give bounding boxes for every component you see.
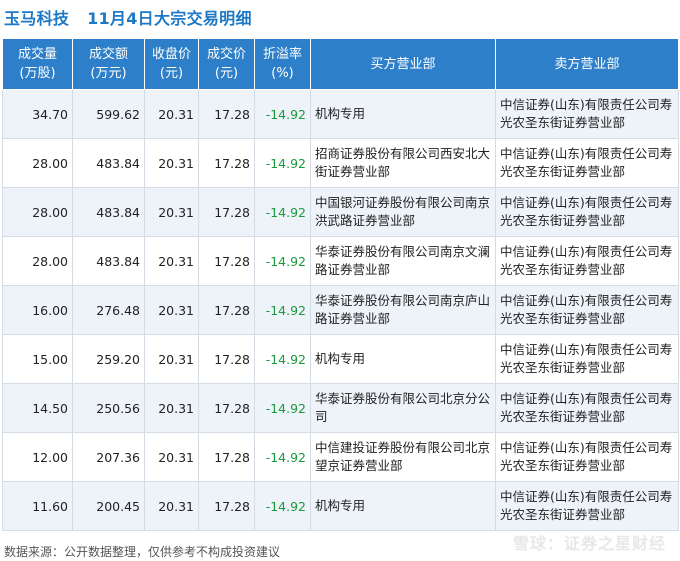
column-header-label: 成交量 bbox=[17, 47, 57, 62]
table-row: 14.50 250.56 20.31 17.28 -14.92 华泰证券股份有限公司北京分… bbox=[2, 383, 679, 433]
seller-branch-cell: 中信证券(山东)有限责任公司寿光农圣东街证券营业部 bbox=[495, 138, 679, 188]
column-header-label: 成交价 bbox=[206, 47, 246, 62]
premium-rate-cell: -14.92 bbox=[254, 138, 311, 188]
amount-cell: 483.84 bbox=[72, 187, 145, 237]
table-row: 16.00 276.48 20.31 17.28 -14.92 华泰证券股份有限公司南京庐… bbox=[2, 285, 679, 335]
seller-branch-cell: 中信证券(山东)有限责任公司寿光农圣东街证券营业部 bbox=[495, 285, 679, 335]
column-header: 成交额 (万元) bbox=[72, 38, 145, 90]
amount-cell: 483.84 bbox=[72, 236, 145, 286]
seller-branch-cell: 中信证券(山东)有限责任公司寿光农圣东街证券营业部 bbox=[495, 383, 679, 433]
seller-branch-cell: 中信证券(山东)有限责任公司寿光农圣东街证券营业部 bbox=[495, 236, 679, 286]
trade-price-cell: 17.28 bbox=[198, 236, 255, 286]
column-header-label: 卖方营业部 bbox=[554, 56, 620, 72]
close-price-cell: 20.31 bbox=[144, 481, 199, 531]
trade-price-cell: 17.28 bbox=[198, 187, 255, 237]
close-price-cell: 20.31 bbox=[144, 236, 199, 286]
trade-price-cell: 17.28 bbox=[198, 432, 255, 482]
close-price-cell: 20.31 bbox=[144, 432, 199, 482]
close-price-cell: 20.31 bbox=[144, 138, 199, 188]
amount-cell: 276.48 bbox=[72, 285, 145, 335]
column-header: 卖方营业部 bbox=[495, 38, 679, 90]
close-price-cell: 20.31 bbox=[144, 187, 199, 237]
close-price-cell: 20.31 bbox=[144, 383, 199, 433]
close-price-cell: 20.31 bbox=[144, 334, 199, 384]
volume-cell: 34.70 bbox=[2, 89, 73, 139]
premium-rate-cell: -14.92 bbox=[254, 187, 311, 237]
table-row: 28.00 483.84 20.31 17.28 -14.92 华泰证券股份有限公司南京文… bbox=[2, 236, 679, 286]
company-name: 玉马科技 bbox=[4, 9, 70, 28]
volume-cell: 28.00 bbox=[2, 187, 73, 237]
volume-cell: 11.60 bbox=[2, 481, 73, 531]
table-row: 34.70 599.62 20.31 17.28 -14.92 机构专用 中信证券(山东)有… bbox=[2, 89, 679, 139]
buyer-branch-cell: 中信建投证券股份有限公司北京望京证券营业部 bbox=[310, 432, 496, 482]
premium-rate-cell: -14.92 bbox=[254, 236, 311, 286]
trade-price-cell: 17.28 bbox=[198, 89, 255, 139]
column-header: 折溢率 (%) bbox=[254, 38, 311, 90]
table-body: 34.70 599.62 20.31 17.28 -14.92 机构专用 中信证券(山东)有… bbox=[2, 89, 679, 531]
trade-price-cell: 17.28 bbox=[198, 138, 255, 188]
buyer-branch-cell: 招商证券股份有限公司西安北大街证券营业部 bbox=[310, 138, 496, 188]
seller-branch-cell: 中信证券(山东)有限责任公司寿光农圣东街证券营业部 bbox=[495, 187, 679, 237]
block-trade-table: 成交量 (万股) 成交额 (万元) 收盘价 (元) 成交价 (元) 折溢率 (%) 买方营业部 卖方营… bbox=[2, 38, 679, 531]
column-header: 成交价 (元) bbox=[198, 38, 255, 90]
table-row: 12.00 207.36 20.31 17.28 -14.92 中信建投证券股份有限公司北… bbox=[2, 432, 679, 482]
buyer-branch-cell: 机构专用 bbox=[310, 89, 496, 139]
table-row: 15.00 259.20 20.31 17.28 -14.92 机构专用 中信证券(山东)有… bbox=[2, 334, 679, 384]
column-header-label: 折溢率 bbox=[262, 47, 302, 62]
buyer-branch-cell: 华泰证券股份有限公司南京文澜路证券营业部 bbox=[310, 236, 496, 286]
column-header-label: 买方营业部 bbox=[370, 56, 436, 72]
column-header-unit: (万元) bbox=[90, 66, 127, 81]
premium-rate-cell: -14.92 bbox=[254, 334, 311, 384]
amount-cell: 200.45 bbox=[72, 481, 145, 531]
amount-cell: 207.36 bbox=[72, 432, 145, 482]
column-header-label: 成交额 bbox=[88, 47, 128, 62]
table-row: 28.00 483.84 20.31 17.28 -14.92 招商证券股份有限公司西安北… bbox=[2, 138, 679, 188]
volume-cell: 14.50 bbox=[2, 383, 73, 433]
title-subtitle: 11月4日大宗交易明细 bbox=[87, 9, 252, 28]
volume-cell: 15.00 bbox=[2, 334, 73, 384]
table-row: 28.00 483.84 20.31 17.28 -14.92 中国银河证券股份有限公司南… bbox=[2, 187, 679, 237]
premium-rate-cell: -14.92 bbox=[254, 89, 311, 139]
premium-rate-cell: -14.92 bbox=[254, 432, 311, 482]
column-header: 成交量 (万股) bbox=[2, 38, 73, 90]
brand-logo: 雪球：证券之星财经 bbox=[512, 534, 666, 553]
amount-cell: 483.84 bbox=[72, 138, 145, 188]
premium-rate-cell: -14.92 bbox=[254, 383, 311, 433]
trade-price-cell: 17.28 bbox=[198, 334, 255, 384]
seller-branch-cell: 中信证券(山东)有限责任公司寿光农圣东街证券营业部 bbox=[495, 432, 679, 482]
column-header: 收盘价 (元) bbox=[144, 38, 199, 90]
close-price-cell: 20.31 bbox=[144, 89, 199, 139]
buyer-branch-cell: 机构专用 bbox=[310, 334, 496, 384]
volume-cell: 28.00 bbox=[2, 236, 73, 286]
amount-cell: 250.56 bbox=[72, 383, 145, 433]
column-header-unit: (万股) bbox=[19, 66, 56, 81]
column-header: 买方营业部 bbox=[310, 38, 496, 90]
column-header-unit: (元) bbox=[214, 66, 239, 81]
column-header-label: 收盘价 bbox=[151, 47, 191, 62]
buyer-branch-cell: 机构专用 bbox=[310, 481, 496, 531]
buyer-branch-cell: 中国银河证券股份有限公司南京洪武路证券营业部 bbox=[310, 187, 496, 237]
amount-cell: 599.62 bbox=[72, 89, 145, 139]
seller-branch-cell: 中信证券(山东)有限责任公司寿光农圣东街证券营业部 bbox=[495, 481, 679, 531]
volume-cell: 16.00 bbox=[2, 285, 73, 335]
table-header-row: 成交量 (万股) 成交额 (万元) 收盘价 (元) 成交价 (元) 折溢率 (%) 买方营业部 卖方营… bbox=[2, 38, 679, 90]
page-title: 玉马科技 11月4日大宗交易明细 bbox=[4, 5, 252, 29]
column-header-unit: (元) bbox=[159, 66, 184, 81]
trade-price-cell: 17.28 bbox=[198, 481, 255, 531]
volume-cell: 12.00 bbox=[2, 432, 73, 482]
data-source-note: 数据来源：公开数据整理，仅供参考不构成投资建议 bbox=[4, 545, 281, 559]
trade-price-cell: 17.28 bbox=[198, 383, 255, 433]
amount-cell: 259.20 bbox=[72, 334, 145, 384]
buyer-branch-cell: 华泰证券股份有限公司北京分公司 bbox=[310, 383, 496, 433]
table-row: 11.60 200.45 20.31 17.28 -14.92 机构专用 中信证券(山东)有… bbox=[2, 481, 679, 531]
premium-rate-cell: -14.92 bbox=[254, 285, 311, 335]
trade-price-cell: 17.28 bbox=[198, 285, 255, 335]
seller-branch-cell: 中信证券(山东)有限责任公司寿光农圣东街证券营业部 bbox=[495, 89, 679, 139]
volume-cell: 28.00 bbox=[2, 138, 73, 188]
column-header-unit: (%) bbox=[271, 66, 294, 81]
close-price-cell: 20.31 bbox=[144, 285, 199, 335]
seller-branch-cell: 中信证券(山东)有限责任公司寿光农圣东街证券营业部 bbox=[495, 334, 679, 384]
buyer-branch-cell: 华泰证券股份有限公司南京庐山路证券营业部 bbox=[310, 285, 496, 335]
premium-rate-cell: -14.92 bbox=[254, 481, 311, 531]
